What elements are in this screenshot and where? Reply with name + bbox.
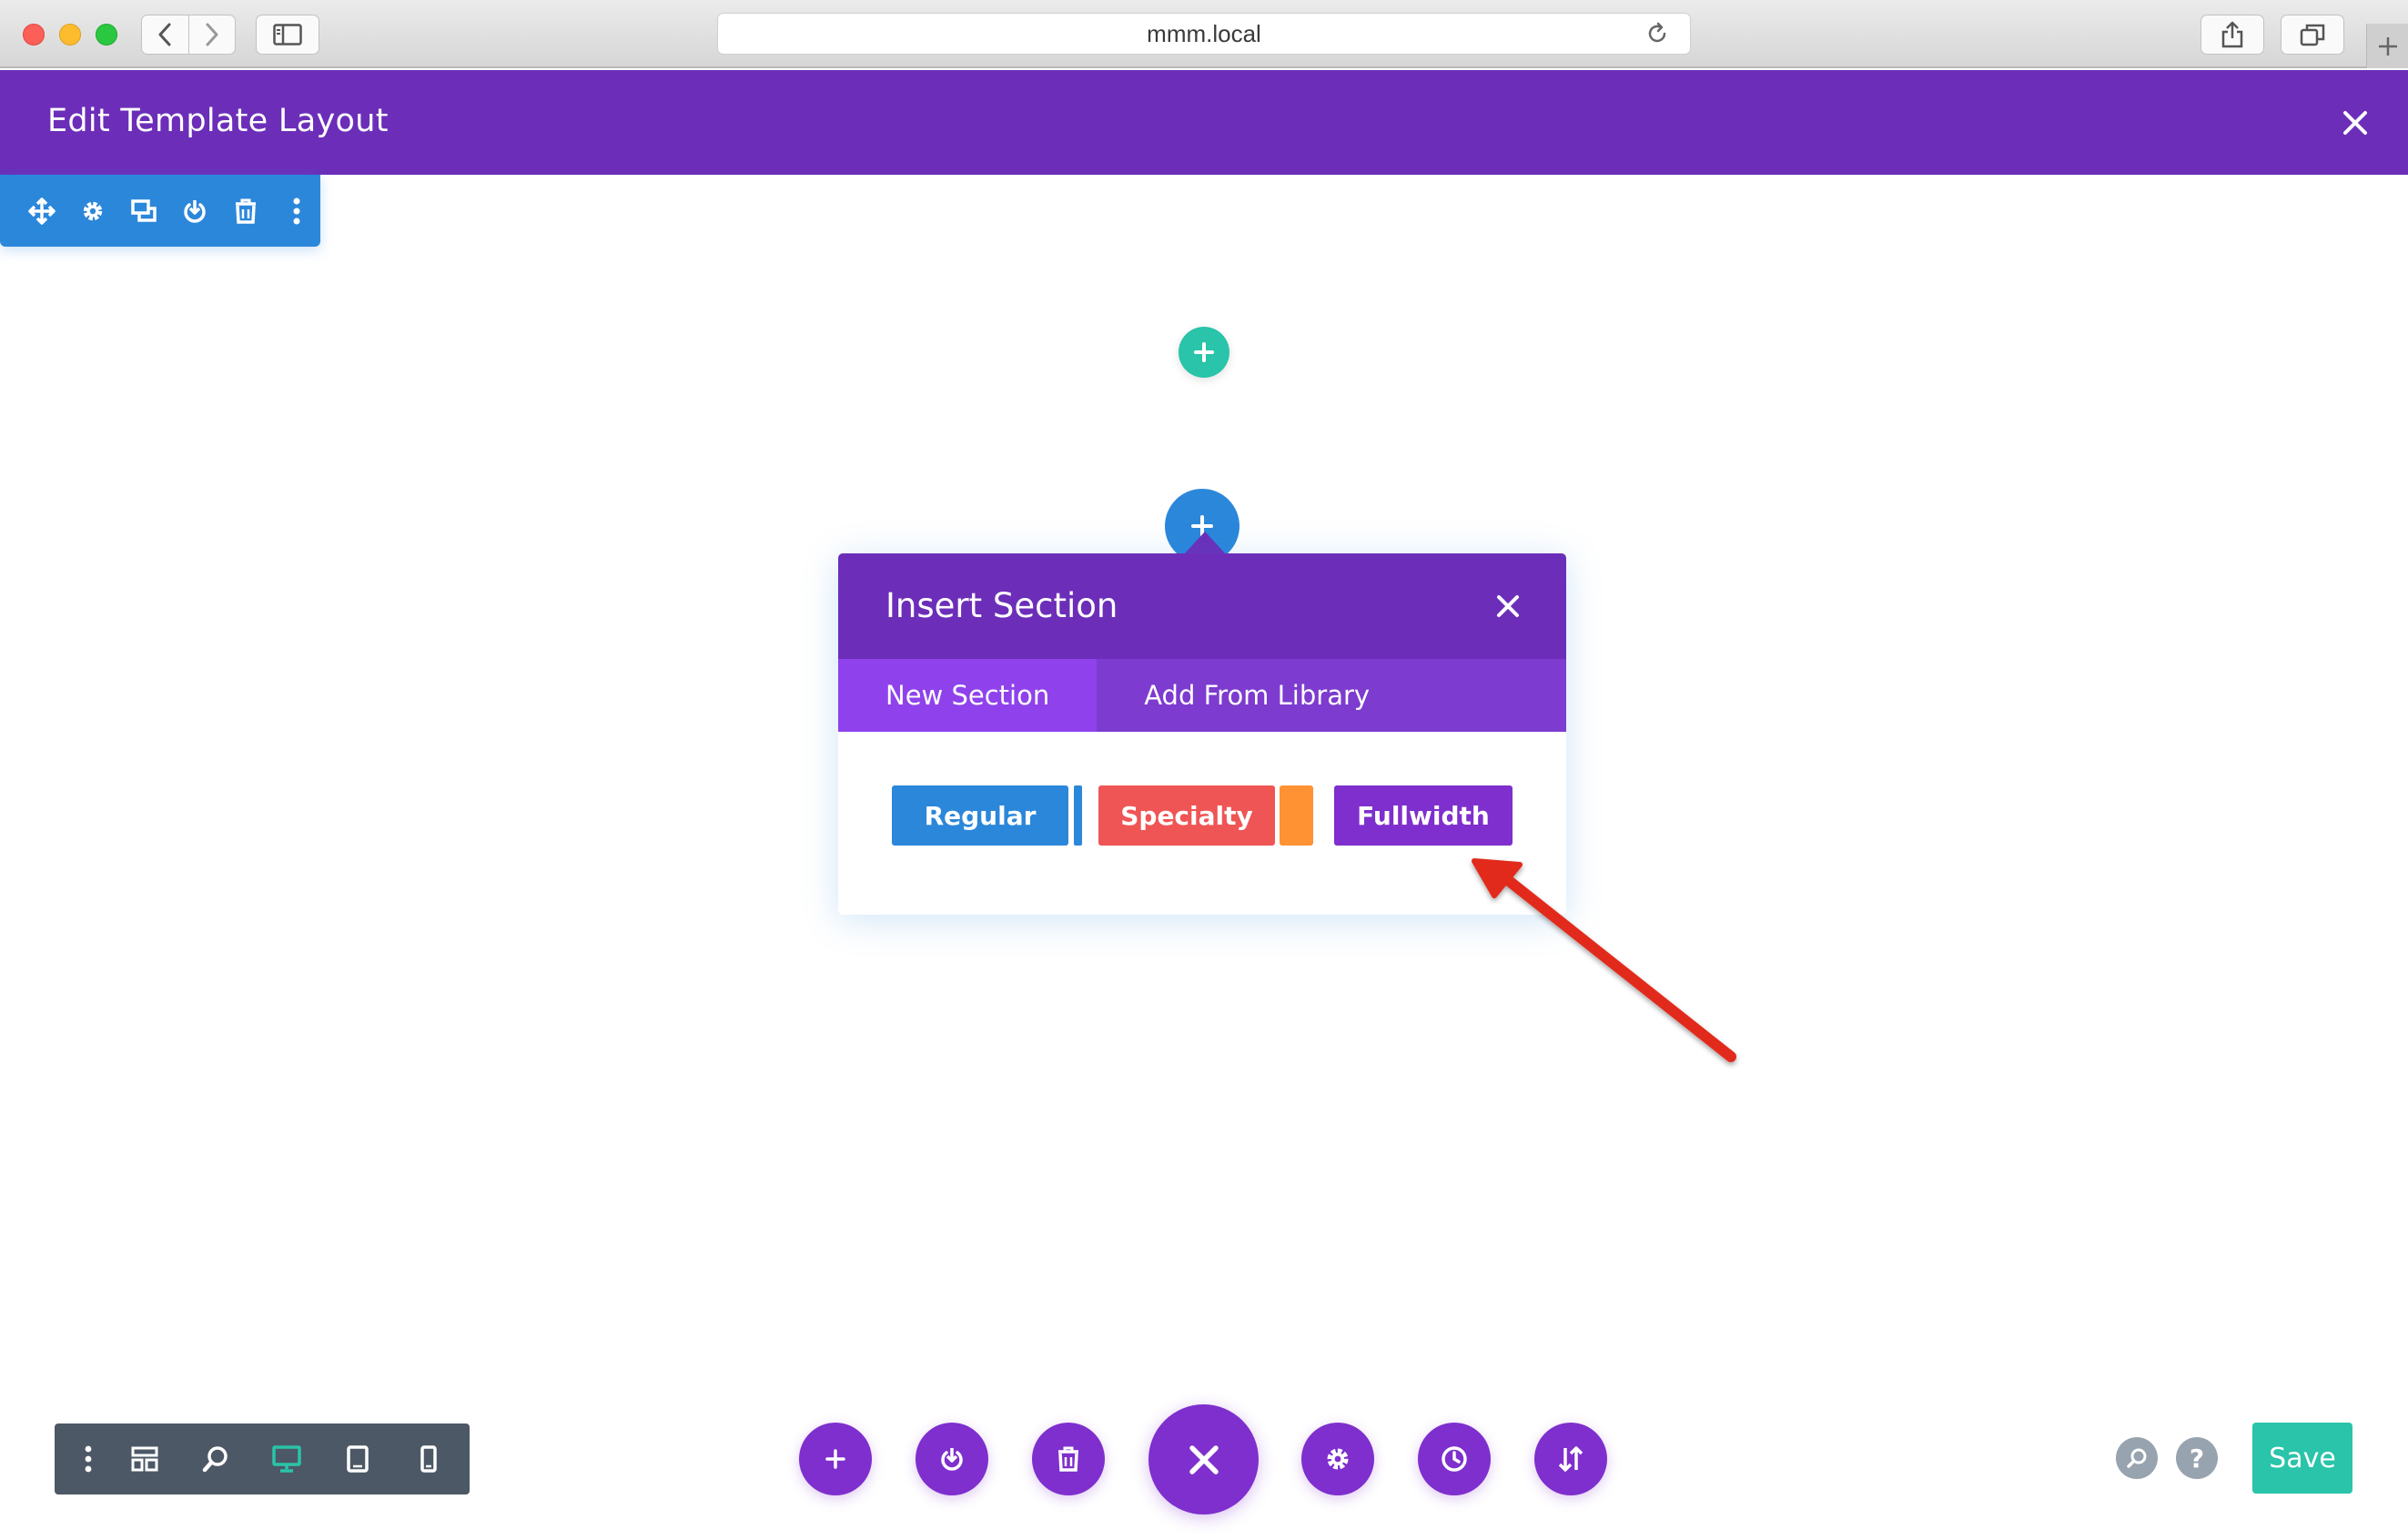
annotation-arrow xyxy=(1472,858,1736,1062)
more-icon xyxy=(293,198,300,224)
specialty-section-button[interactable]: Specialty xyxy=(1098,785,1275,846)
tab-new-section[interactable]: New Section xyxy=(838,659,1098,732)
sidebar-icon xyxy=(273,24,302,46)
tablet-icon xyxy=(347,1445,369,1473)
sidebar-button[interactable] xyxy=(256,15,319,55)
portability-icon xyxy=(1558,1446,1583,1472)
history-button[interactable] xyxy=(1418,1423,1491,1495)
zoom-view-button[interactable] xyxy=(180,1423,251,1494)
desktop-view-button[interactable] xyxy=(251,1423,322,1494)
add-from-library-button[interactable] xyxy=(799,1423,872,1495)
tablet-view-button[interactable] xyxy=(322,1423,393,1494)
close-builder-button[interactable] xyxy=(2337,105,2373,141)
history-icon xyxy=(1442,1446,1467,1472)
screen: mmm.local Edit Template Layout Insert Se… xyxy=(0,0,2408,1540)
tab-add-from-library[interactable]: Add From Library xyxy=(1097,659,1417,732)
trash-icon xyxy=(236,198,256,224)
back-icon xyxy=(158,23,171,46)
desktop-icon xyxy=(272,1445,301,1473)
page-settings-button[interactable] xyxy=(1301,1423,1374,1495)
phone-view-button[interactable] xyxy=(393,1423,464,1494)
search-icon xyxy=(2127,1448,2147,1468)
phone-icon xyxy=(420,1445,437,1473)
close-icon xyxy=(1497,595,1519,617)
share-icon xyxy=(2221,21,2243,48)
close-icon xyxy=(1189,1444,1219,1474)
regular-section-button[interactable]: Regular xyxy=(892,785,1068,846)
help-label: ? xyxy=(2189,1443,2205,1474)
tabs-icon xyxy=(2300,24,2325,46)
new-tab-button[interactable] xyxy=(2366,24,2408,68)
zoom-icon xyxy=(202,1446,228,1473)
tab-overview-button[interactable] xyxy=(2281,15,2344,55)
trash-icon xyxy=(1058,1446,1078,1472)
minimize-window-button[interactable] xyxy=(59,24,81,46)
modal-pointer xyxy=(1183,532,1227,555)
save-to-library-icon xyxy=(941,1448,963,1471)
section-settings-toolbar xyxy=(0,175,320,247)
page-title: Edit Template Layout xyxy=(47,103,389,139)
modal-tabs: New Section Add From Library xyxy=(838,659,1566,732)
move-icon xyxy=(28,197,56,225)
regular-section-accent xyxy=(1074,785,1082,846)
modal-header: Insert Section xyxy=(838,553,1566,659)
layers-icon xyxy=(131,1446,158,1472)
add-icon xyxy=(1194,342,1214,362)
forward-icon xyxy=(206,23,218,46)
delete-section-button[interactable] xyxy=(229,195,262,228)
address-bar[interactable]: mmm.local xyxy=(717,13,1691,55)
forward-button[interactable] xyxy=(187,15,236,54)
duplicate-icon xyxy=(131,198,157,222)
more-icon xyxy=(85,1445,92,1473)
duplicate-section-button[interactable] xyxy=(127,195,160,228)
modal-close-button[interactable] xyxy=(1493,592,1523,621)
wireframe-view-button[interactable] xyxy=(109,1423,180,1494)
clear-layout-button[interactable] xyxy=(1032,1423,1105,1495)
save-to-library-icon xyxy=(184,199,206,223)
builder-menu-button[interactable] xyxy=(67,1423,109,1494)
search-help-button[interactable] xyxy=(2116,1437,2158,1479)
add-row-button[interactable] xyxy=(1179,327,1229,378)
save-to-library-button[interactable] xyxy=(916,1423,988,1495)
close-page-settings-button[interactable] xyxy=(1148,1404,1259,1515)
help-button[interactable]: ? xyxy=(2176,1437,2218,1479)
browser-toolbar: mmm.local xyxy=(0,0,2408,68)
specialty-section-accent xyxy=(1280,785,1313,846)
builder-header: Edit Template Layout xyxy=(0,70,2408,175)
move-section-button[interactable] xyxy=(25,195,58,228)
zoom-window-button[interactable] xyxy=(96,24,117,46)
reload-button[interactable] xyxy=(1644,21,1670,50)
modal-title: Insert Section xyxy=(885,586,1118,625)
section-settings-button[interactable] xyxy=(76,195,109,228)
save-section-to-library-button[interactable] xyxy=(178,195,211,228)
section-more-button[interactable] xyxy=(280,195,313,228)
url-text: mmm.local xyxy=(1147,19,1261,47)
share-button[interactable] xyxy=(2201,15,2264,55)
new-tab-icon xyxy=(2378,36,2397,56)
reload-icon xyxy=(1648,22,1666,43)
gear-icon xyxy=(1327,1448,1349,1470)
close-icon xyxy=(2343,111,2367,135)
view-mode-toolbar xyxy=(55,1423,470,1494)
close-window-button[interactable] xyxy=(23,24,45,46)
save-button[interactable]: Save xyxy=(2252,1423,2352,1494)
back-button[interactable] xyxy=(142,15,188,54)
add-icon xyxy=(825,1449,845,1469)
gear-icon xyxy=(83,201,103,220)
portability-button[interactable] xyxy=(1534,1423,1607,1495)
history-nav xyxy=(141,15,236,55)
